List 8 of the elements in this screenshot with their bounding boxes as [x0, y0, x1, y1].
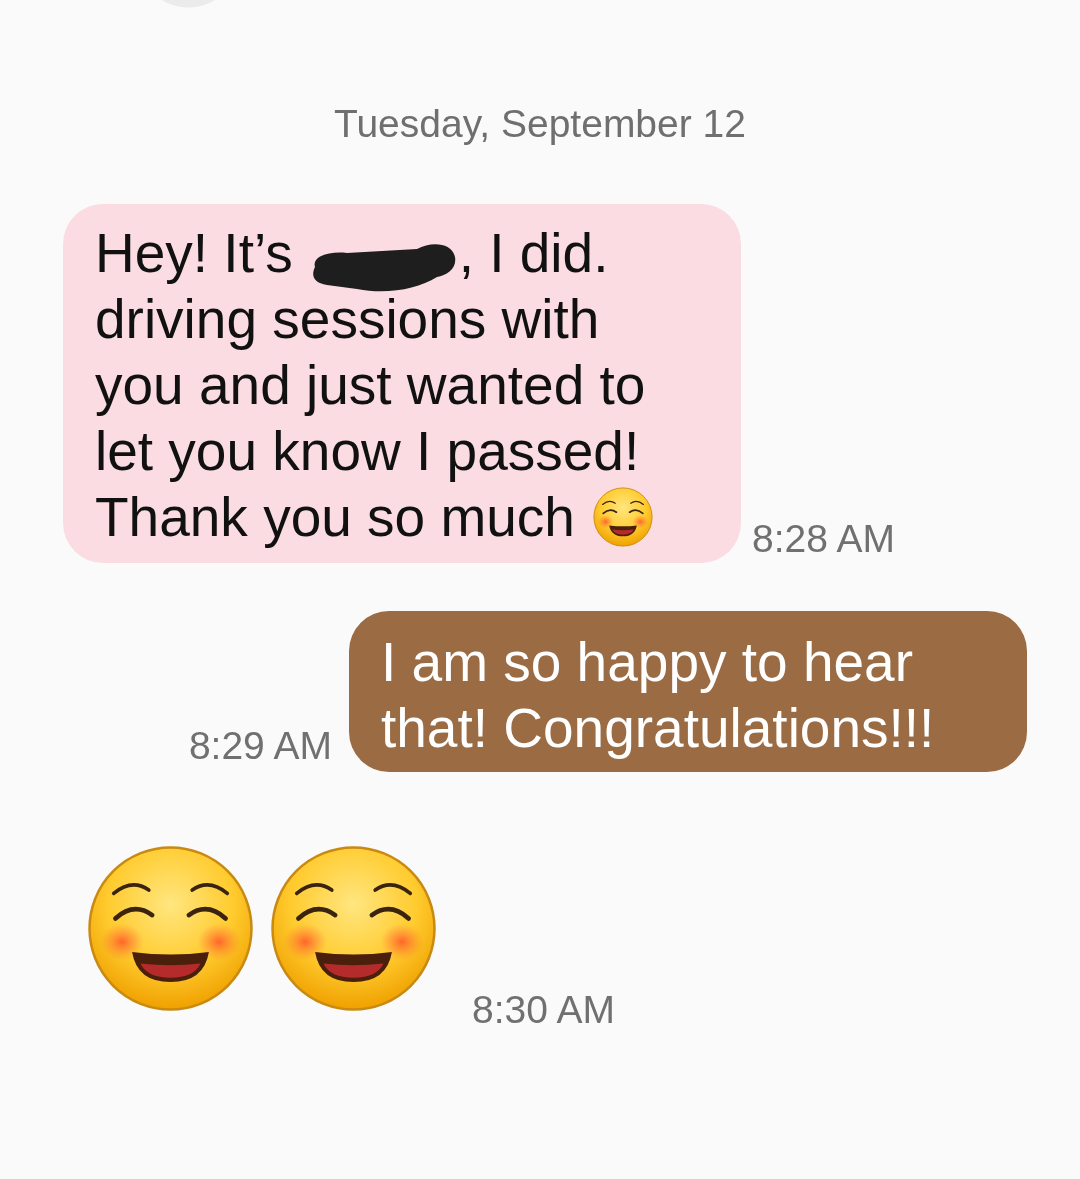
message-time: 8:28 AM	[752, 516, 896, 562]
message-text: Hey! It’s , I did. driving sessions with you and just wanted to let you know I passed! Thank you so much	[95, 220, 680, 550]
message-text: I am so happy to hear that! Congratulations!!!	[381, 630, 936, 761]
smiling-face-icon	[270, 845, 437, 1012]
date-header: Tuesday, September 12	[334, 101, 746, 147]
smiling-face-icon	[87, 845, 254, 1012]
message-time: 8:30 AM	[472, 987, 616, 1033]
message-time: 8:29 AM	[188, 723, 332, 769]
